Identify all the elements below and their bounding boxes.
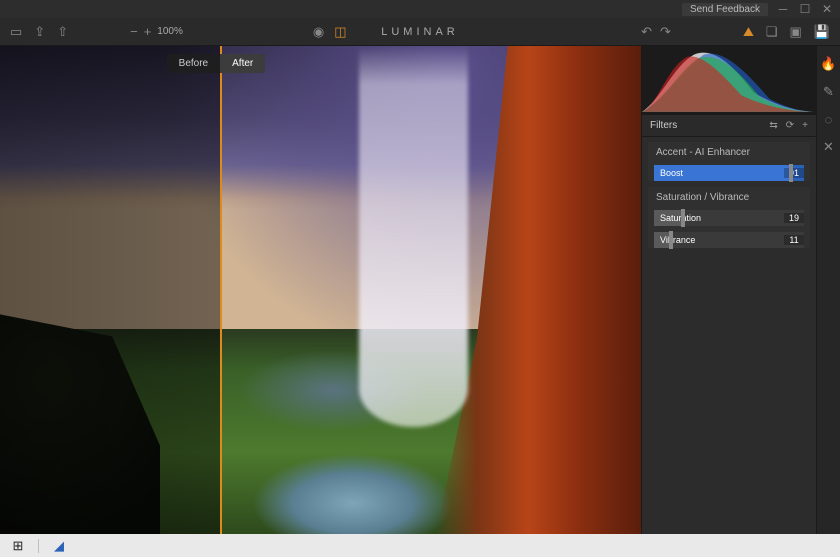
app-toolbar: ▭ ⇪ ⇧ − + 100% ◉ ◫ LUMINAR ↶ ↷ ⛰ ❏ ▣ 💾	[0, 18, 840, 46]
export-icon[interactable]: ⇪	[34, 25, 45, 38]
slider-label: Vibrance	[654, 235, 784, 245]
slider-value: 19	[784, 213, 804, 223]
start-button[interactable]: ⊞	[4, 534, 32, 557]
filters-swap-icon[interactable]: ⇆	[769, 120, 777, 131]
maximize-button[interactable]: ☐	[798, 2, 812, 16]
filters-reset-icon[interactable]: ⟳	[786, 120, 794, 131]
image-canvas[interactable]: Before After	[0, 46, 641, 534]
right-panel: Filters ⇆ ⟳ + Accent - AI Enhancer Boost9…	[641, 46, 816, 534]
histogram-icon[interactable]: ⛰	[743, 25, 754, 38]
histogram[interactable]	[642, 46, 816, 114]
slider-vibrance[interactable]: Vibrance11	[654, 232, 804, 248]
minimize-button[interactable]: ─	[776, 2, 790, 16]
filter-title[interactable]: Saturation / Vibrance	[648, 187, 810, 208]
filters-add-icon[interactable]: +	[802, 120, 808, 131]
slider-saturation[interactable]: Saturation19	[654, 210, 804, 226]
share-icon[interactable]: ⇧	[57, 25, 68, 38]
tool-brush[interactable]: ✎	[823, 84, 834, 100]
slider-value: 11	[784, 235, 804, 245]
tool-adjust[interactable]: 🔥	[820, 56, 836, 72]
app-title: LUMINAR	[381, 26, 459, 38]
before-tab[interactable]: Before	[167, 54, 220, 73]
layers-icon[interactable]: ❏	[766, 25, 778, 38]
windows-taskbar: ⊞ ◢	[0, 534, 840, 557]
main-area: Before After Filters ⇆ ⟳ + Accent - AI E…	[0, 46, 840, 534]
filter-title[interactable]: Accent - AI Enhancer	[648, 142, 810, 163]
filter-block: Accent - AI Enhancer Boost91	[648, 142, 810, 181]
tool-shuffle[interactable]: ✕	[823, 139, 834, 155]
compare-icon[interactable]: ◫	[334, 25, 346, 38]
redo-icon[interactable]: ↷	[660, 25, 671, 38]
filters-header: Filters ⇆ ⟳ +	[642, 114, 816, 137]
zoom-level[interactable]: 100%	[157, 26, 183, 37]
before-after-toggle: Before After	[167, 54, 266, 73]
filter-block: Saturation / Vibrance Saturation19 Vibranc…	[648, 187, 810, 248]
after-tab[interactable]: After	[220, 54, 265, 73]
send-feedback-button[interactable]: Send Feedback	[682, 3, 768, 16]
zoom-controls: − + 100%	[130, 25, 183, 38]
before-overlay	[0, 46, 220, 534]
taskbar-app-luminar[interactable]: ◢	[45, 534, 73, 557]
open-icon[interactable]: ▭	[10, 25, 22, 38]
save-icon[interactable]: 💾	[814, 25, 830, 38]
eye-icon[interactable]: ◉	[313, 25, 324, 38]
slider-handle[interactable]	[789, 164, 793, 182]
filters-title: Filters	[650, 120, 677, 131]
crop-icon[interactable]: ▣	[790, 25, 802, 38]
slider-label: Saturation	[654, 213, 784, 223]
compare-divider[interactable]	[220, 46, 222, 534]
slider-value: 91	[784, 168, 804, 178]
tool-erase[interactable]: ◌	[825, 112, 833, 127]
slider-boost[interactable]: Boost91	[654, 165, 804, 181]
slider-label: Boost	[654, 168, 784, 178]
system-bar: Send Feedback ─ ☐ ✕	[0, 0, 840, 18]
zoom-in-button[interactable]: +	[144, 25, 152, 38]
close-button[interactable]: ✕	[820, 2, 834, 16]
tools-strip: 🔥 ✎ ◌ ✕	[816, 46, 840, 534]
slider-handle[interactable]	[681, 209, 685, 227]
slider-handle[interactable]	[669, 231, 673, 249]
zoom-out-button[interactable]: −	[130, 25, 138, 38]
undo-icon[interactable]: ↶	[641, 25, 652, 38]
